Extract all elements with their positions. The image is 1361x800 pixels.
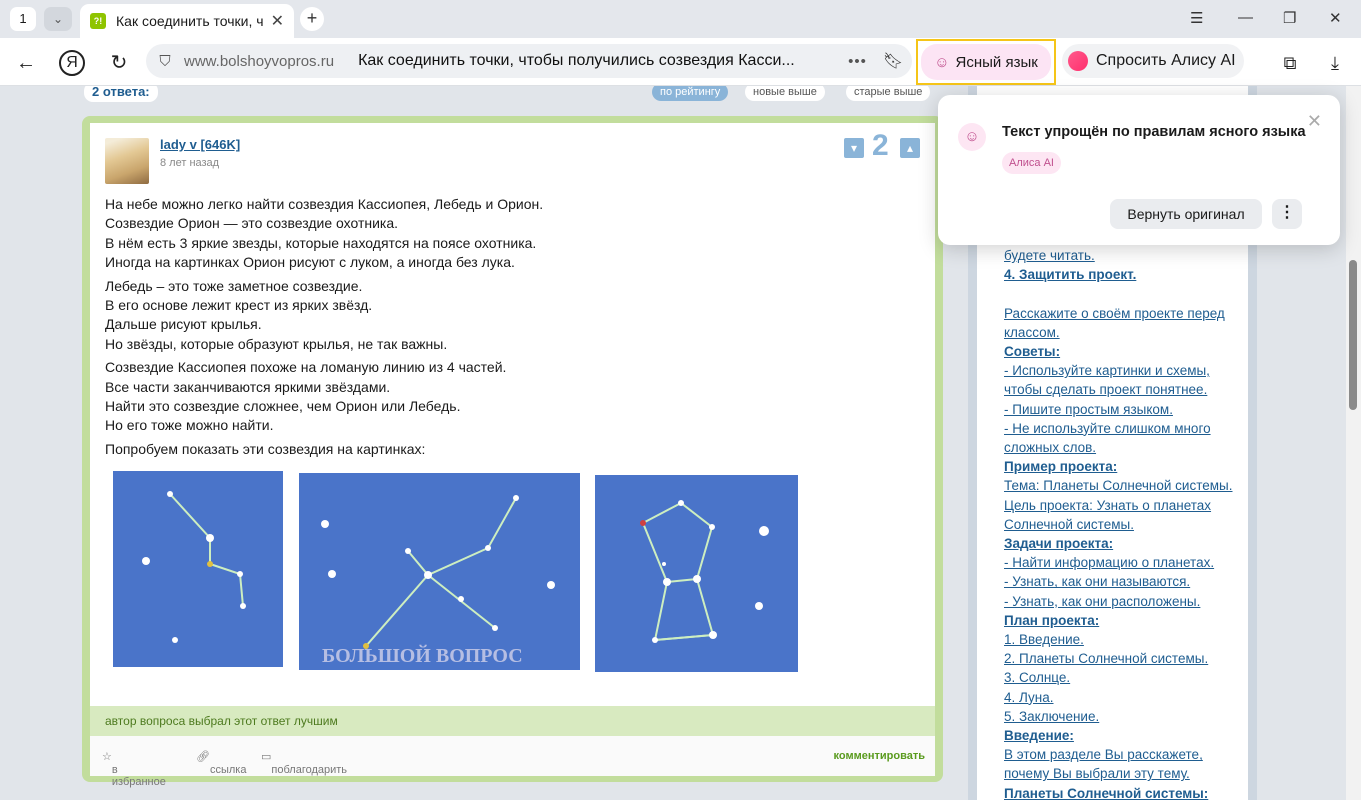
sidebar-link[interactable]: - Узнать, как они называются. [1004,572,1249,591]
minimize-icon[interactable]: — [1238,9,1253,26]
browser-tab[interactable]: ?! Как соединить точки, ч ✕ [80,4,294,38]
avatar[interactable] [105,138,149,184]
thumbs-up-icon[interactable]: ▴ [900,138,920,158]
sidebar-link[interactable]: Задачи проекта: [1004,534,1249,553]
sidebar-link[interactable]: Советы: [1004,342,1249,361]
close-tab-icon[interactable]: ✕ [271,11,284,31]
comment-button[interactable]: комментировать [834,750,925,762]
sidebar-link[interactable]: классом. [1004,323,1249,342]
tab-list-dropdown-icon[interactable]: ⌄ [44,7,72,31]
sidebar-link[interactable]: Расскажите о своём проекте перед [1004,304,1249,323]
sidebar-link[interactable]: Цель проекта: Узнать о планетах [1004,496,1249,515]
alice-ai-badge: Алиса AI [1002,152,1061,174]
sidebar-link[interactable]: - Не используйте слишком много [1004,419,1249,438]
sidebar-link[interactable]: Введение: [1004,726,1249,745]
ask-alice-button[interactable]: Спросить Алису AI [1062,44,1244,78]
sidebar-text: будете читать. 4. Защитить проект. Расскаж… [1004,246,1249,800]
share-link[interactable]: 🔗︎ ссылка [196,750,246,776]
clear-language-icon: ☺ [934,53,950,71]
sidebar-link[interactable]: - Пишите простым языком. [1004,400,1249,419]
answer-date: 8 лет назад [160,157,220,169]
page-title: Как соединить точки, чтобы получились со… [358,52,795,69]
sidebar-link[interactable]: сложных слов. [1004,438,1249,457]
new-tab-button[interactable]: + [300,7,324,31]
sidebar-link[interactable]: Планеты Солнечной системы: [1004,784,1249,800]
sidebar-link[interactable]: 4. Защитить проект. [1004,265,1249,284]
sidebar-link[interactable]: - Используйте картинки и схемы, [1004,361,1249,380]
answer-card: lady v [646K] 8 лет назад ▾ 2 ▴ На небе … [82,116,943,788]
clear-language-button[interactable]: ☺ Ясный язык [916,39,1056,85]
constellations-image[interactable]: БОЛЬШОЙ ВОПРОС [110,468,800,674]
sort-by-rating[interactable]: по рейтингу [652,86,729,101]
vote-count: 2 [872,129,889,162]
favorite-link[interactable]: ☆ в избранное [102,750,166,788]
tab-bar: 1 ⌄ ?! Как соединить точки, ч ✕ + ☰ — ❐ … [0,0,1361,38]
sidebar-link[interactable]: 1. Введение. [1004,630,1249,649]
sidebar-link[interactable]: 3. Солнце. [1004,668,1249,687]
clear-language-label: Ясный язык [955,53,1038,71]
answer-paragraph: Созвездие Кассиопея похоже на ломаную ли… [105,359,507,434]
watermark-text: БОЛЬШОЙ ВОПРОС [322,644,523,667]
user-name-link[interactable]: lady v [646K] [160,137,240,152]
answer-body: lady v [646K] 8 лет назад ▾ 2 ▴ На небе … [90,123,935,706]
answer-paragraph: Лебедь – это тоже заметное созвездие. В … [105,277,448,352]
sidebar-link[interactable]: 4. Луна. [1004,688,1249,707]
clear-language-icon: ☺ [958,123,986,151]
sort-newest[interactable]: новые выше [745,86,825,101]
sidebar-link[interactable]: почему Вы выбрали эту тему. [1004,764,1249,783]
ask-alice-label: Спросить Алису AI [1096,52,1236,69]
revert-original-button[interactable]: Вернуть оригинал [1110,199,1262,229]
thumbs-down-icon[interactable]: ▾ [844,138,864,158]
collections-icon[interactable]: ⧉ [1277,50,1303,76]
close-window-icon[interactable]: ✕ [1329,9,1342,27]
sort-oldest[interactable]: старые выше [846,86,931,101]
clear-language-popup: ☺ Текст упрощён по правилам ясного языка… [938,95,1340,245]
menu-icon[interactable]: ☰ [1190,9,1203,27]
yandex-icon[interactable]: Я [59,50,85,76]
answer-paragraph: Попробуем показать эти созвездия на карт… [105,440,426,457]
popup-message: Текст упрощён по правилам ясного языка [1002,124,1306,140]
sidebar-link[interactable]: 5. Заключение. [1004,707,1249,726]
constellations-illustration: БОЛЬШОЙ ВОПРОС [113,471,798,672]
thank-link[interactable]: ▭ поблагодарить [261,750,347,776]
best-answer-note: автор вопроса выбрал этот ответ лучшим [90,706,935,736]
address-bar[interactable]: ⛉ www.bolshoyvopros.ru Как соединить точ… [146,44,912,78]
sidebar-link[interactable]: Тема: Планеты Солнечной системы. [1004,476,1249,495]
download-icon[interactable]: ⤓ [1322,50,1348,76]
sidebar-link[interactable]: - Узнать, как они расположены. [1004,592,1249,611]
back-icon[interactable]: ← [13,50,39,76]
bookmark-icon[interactable]: 🔖︎ [883,51,903,71]
sidebar-link[interactable]: План проекта: [1004,611,1249,630]
browser-toolbar: ← Я ↻ ⛉ www.bolshoyvopros.ru Как соедини… [0,38,1361,86]
sidebar-link[interactable]: В этом разделе Вы расскажете, [1004,745,1249,764]
sidebar-link[interactable]: Солнечной системы. [1004,515,1249,534]
alice-icon [1068,51,1088,71]
sidebar-link[interactable]: 2. Планеты Солнечной системы. [1004,649,1249,668]
tab-count-button[interactable]: 1 [10,7,36,31]
sidebar-link[interactable]: будете читать. [1004,246,1249,265]
scrollbar-thumb[interactable] [1349,260,1357,410]
site-favicon-icon: ?! [90,13,106,29]
more-options-icon[interactable]: ⋮ [1272,199,1302,229]
sidebar-link[interactable]: Пример проекта: [1004,457,1249,476]
sidebar-link[interactable]: чтобы сделать проект понятнее. [1004,380,1249,399]
answer-text: На небе можно легко найти созвездия Касс… [105,195,905,463]
scrollbar[interactable] [1346,86,1361,800]
shield-icon[interactable]: ⛉ [146,53,184,70]
answer-paragraph: На небе можно легко найти созвездия Касс… [105,196,544,271]
reload-icon[interactable]: ↻ [106,50,132,76]
close-icon[interactable]: ✕ [1307,111,1322,132]
answers-count: 2 ответа: [84,86,158,102]
sidebar-link[interactable]: - Найти информацию о планетах. [1004,553,1249,572]
answer-actions: ☆ в избранное 🔗︎ ссылка ▭ поблагодарить … [90,736,935,788]
more-icon[interactable]: ••• [848,53,867,70]
url-domain: www.bolshoyvopros.ru [184,52,335,70]
tab-title: Как соединить точки, ч [116,13,264,29]
restore-icon[interactable]: ❐ [1283,9,1296,27]
